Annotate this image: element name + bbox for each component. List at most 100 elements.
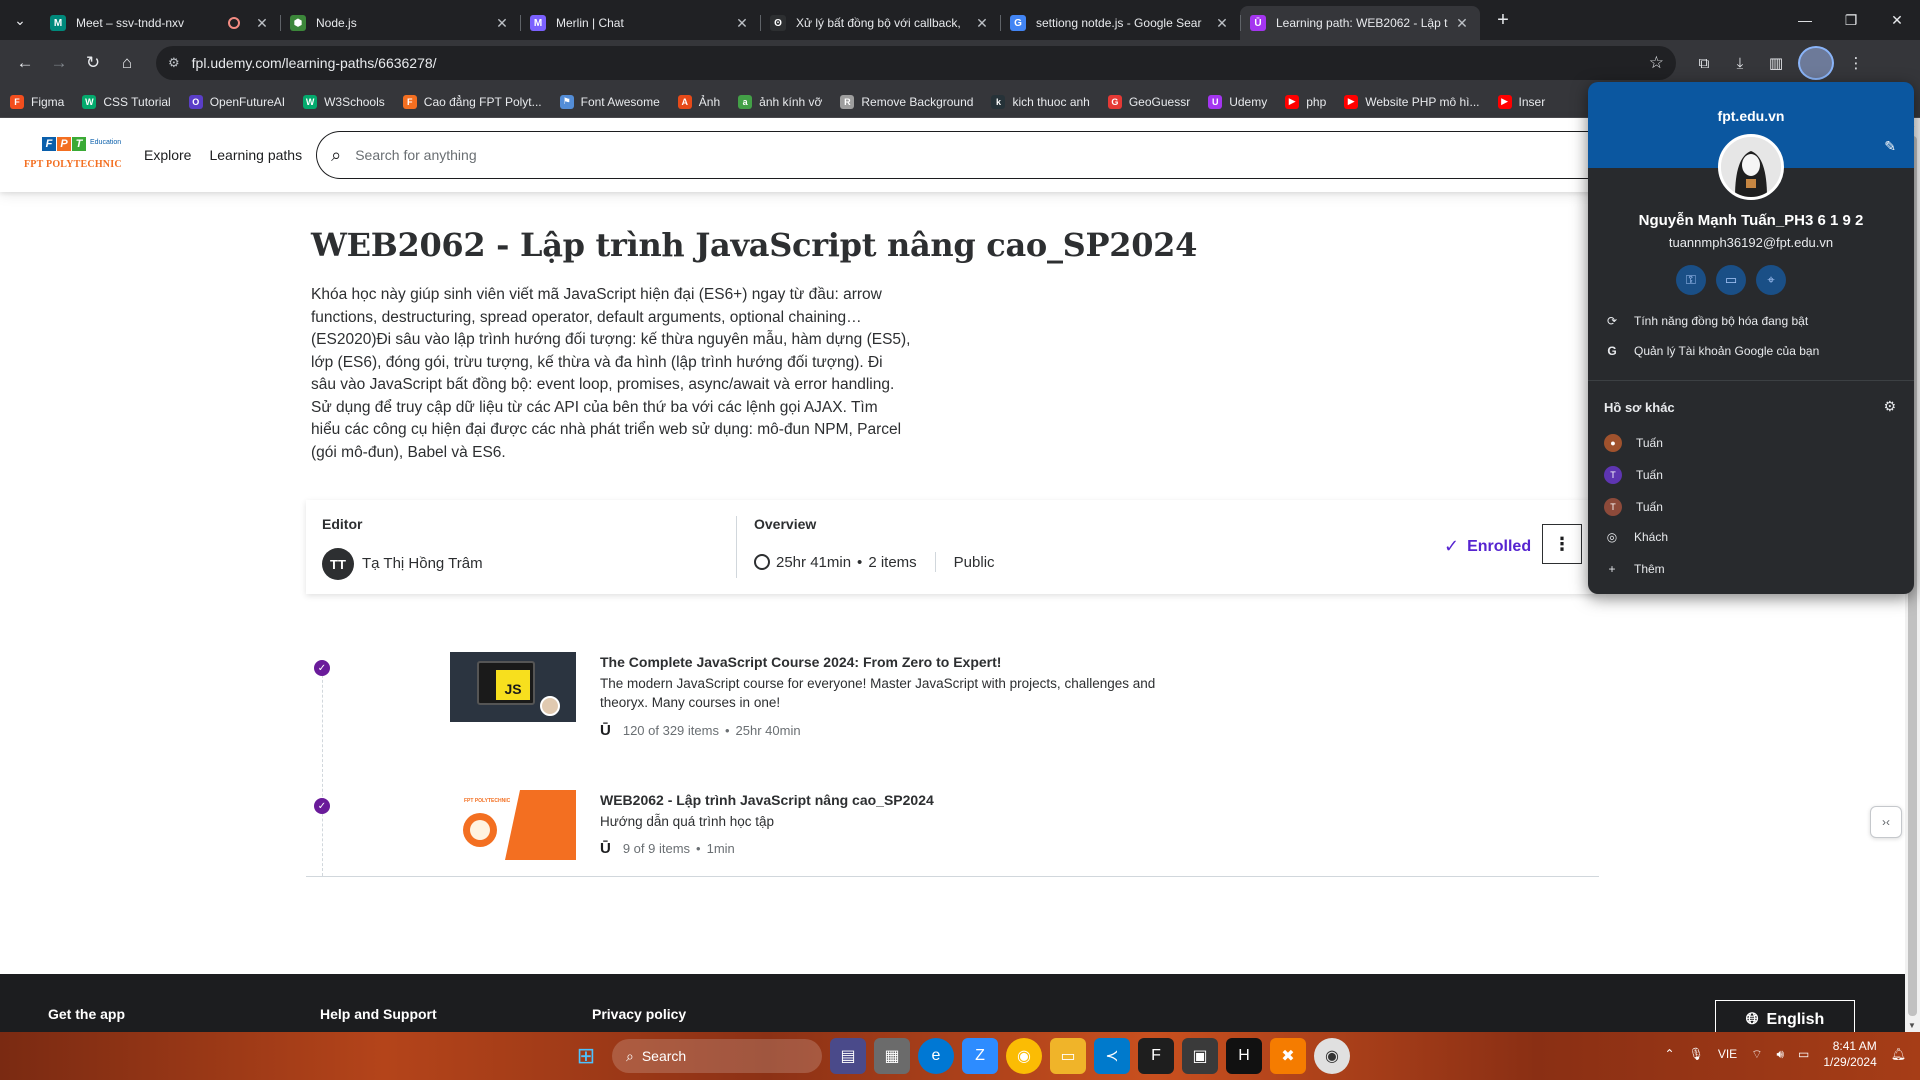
search-icon[interactable]: ⌕ bbox=[331, 145, 341, 166]
input-language[interactable]: VIE bbox=[1718, 1047, 1737, 1061]
bookmark-item[interactable]: A Ảnh bbox=[677, 94, 720, 109]
password-key-icon[interactable]: ⚿ bbox=[1676, 265, 1706, 295]
bookmark-item[interactable]: U Udemy bbox=[1208, 94, 1267, 109]
address-bar[interactable]: ⚙ fpl.udemy.com/learning-paths/6636278/ … bbox=[156, 46, 1676, 80]
bookmark-item[interactable]: k kich thuoc anh bbox=[991, 94, 1090, 109]
notification-bell-icon[interactable]: 🔔︎ bbox=[1891, 1047, 1906, 1061]
minimize-icon[interactable]: — bbox=[1782, 0, 1828, 40]
download-icon[interactable]: ⤓ bbox=[1722, 46, 1758, 80]
privacy-policy-link[interactable]: Privacy policy bbox=[592, 1006, 686, 1022]
profile-avatar bbox=[1718, 134, 1784, 200]
h-app-icon[interactable]: H bbox=[1226, 1038, 1262, 1074]
address-pin-icon[interactable]: ⌖ bbox=[1756, 265, 1786, 295]
bookmark-item[interactable]: ▶ Inser bbox=[1497, 94, 1545, 109]
browser-tab[interactable]: ʘ Xử lý bất đồng bộ với callback, ✕ bbox=[760, 6, 1000, 40]
back-arrow-icon[interactable]: ← bbox=[8, 46, 42, 80]
learning-paths-link[interactable]: Learning paths bbox=[209, 147, 302, 163]
microphone-icon[interactable]: 🎙︎ bbox=[1689, 1047, 1704, 1061]
side-panel-icon[interactable]: ▥ bbox=[1758, 46, 1794, 80]
volume-icon[interactable]: 🔊︎ bbox=[1776, 1047, 1784, 1062]
add-profile-item[interactable]: + Thêm bbox=[1604, 562, 1664, 576]
more-menu-icon[interactable]: ⋮ bbox=[1838, 46, 1874, 80]
course-title[interactable]: WEB2062 - Lập trình JavaScript nâng cao_… bbox=[600, 792, 934, 808]
course-thumbnail[interactable]: FPT POLYTECHNIC bbox=[450, 790, 576, 860]
browser-tab[interactable]: ⬢ Node.js ✕ bbox=[280, 6, 520, 40]
bookmark-item[interactable]: G GeoGuessr bbox=[1107, 94, 1190, 109]
new-tab-button[interactable]: + bbox=[1488, 9, 1518, 32]
editor-name[interactable]: Tạ Thị Hồng Trâm bbox=[362, 555, 483, 572]
explore-link[interactable]: Explore bbox=[144, 147, 191, 163]
bookmark-item[interactable]: ▶ Website PHP mô hì... bbox=[1344, 94, 1480, 109]
bookmark-item[interactable]: a ảnh kính vỡ bbox=[738, 94, 822, 109]
fpt-logo[interactable]: FPT Education FPT POLYTECHNIC bbox=[24, 133, 124, 177]
zalo-icon[interactable]: Z bbox=[962, 1038, 998, 1074]
battery-icon[interactable]: ▭ bbox=[1798, 1047, 1809, 1061]
more-options-button[interactable]: ⋮ bbox=[1542, 524, 1582, 564]
taskbar-search[interactable]: ⌕ Search bbox=[612, 1039, 822, 1073]
profile-item[interactable]: ● Tuấn bbox=[1604, 434, 1663, 452]
bookmark-item[interactable]: R Remove Background bbox=[840, 94, 973, 109]
browser-tab[interactable]: M Merlin | Chat ✕ bbox=[520, 6, 760, 40]
help-support-link[interactable]: Help and Support bbox=[320, 1006, 437, 1022]
profile-item[interactable]: T Tuấn bbox=[1604, 498, 1663, 516]
gear-icon[interactable]: ⚙ bbox=[1883, 398, 1896, 415]
course-item[interactable]: ✓ FPT POLYTECHNIC WEB2062 - Lập trình Ja… bbox=[306, 790, 1599, 930]
windows-start-icon[interactable]: ⊞ bbox=[568, 1038, 604, 1074]
live-app-icon[interactable]: ▣ bbox=[1182, 1038, 1218, 1074]
search-input[interactable] bbox=[355, 147, 1629, 163]
system-clock[interactable]: 8:41 AM 1/29/2024 bbox=[1823, 1038, 1876, 1070]
bookmark-item[interactable]: ⚑ Font Awesome bbox=[559, 94, 660, 109]
chrome-profile-icon[interactable]: ◉ bbox=[1314, 1038, 1350, 1074]
widgets-icon[interactable]: ▦ bbox=[874, 1038, 910, 1074]
home-icon[interactable]: ⌂ bbox=[110, 46, 144, 80]
file-explorer-icon[interactable]: ▭ bbox=[1050, 1038, 1086, 1074]
task-view-icon[interactable]: ▤ bbox=[830, 1038, 866, 1074]
browser-tab-active[interactable]: Ū Learning path: WEB2062 - Lập t ✕ bbox=[1240, 6, 1480, 40]
enrolled-status[interactable]: ✓ Enrolled bbox=[1444, 536, 1531, 557]
browser-tab[interactable]: M Meet – ssv-tndd-nxv ✕ bbox=[40, 6, 280, 40]
course-item[interactable]: ✓ JS The Complete JavaScript Course 2024… bbox=[306, 652, 1599, 792]
payment-card-icon[interactable]: ▭ bbox=[1716, 265, 1746, 295]
manage-account-item[interactable]: G Quản lý Tài khoản Google của bạn bbox=[1604, 344, 1819, 358]
course-title[interactable]: The Complete JavaScript Course 2024: Fro… bbox=[600, 654, 1001, 670]
scroll-down-icon[interactable]: ▼ bbox=[1908, 1021, 1916, 1030]
profile-avatar-button[interactable] bbox=[1798, 46, 1834, 80]
bookmark-star-icon[interactable]: ☆ bbox=[1649, 53, 1664, 73]
vscode-icon[interactable]: ≺ bbox=[1094, 1038, 1130, 1074]
guest-profile-item[interactable]: ◎ Khách bbox=[1604, 530, 1668, 544]
extensions-icon[interactable]: ⧉ bbox=[1686, 46, 1722, 80]
sync-status-item[interactable]: ⟳ Tính năng đồng bộ hóa đang bật bbox=[1604, 314, 1808, 328]
site-info-icon[interactable]: ⚙ bbox=[168, 55, 180, 71]
close-tab-icon[interactable]: ✕ bbox=[734, 15, 750, 32]
tab-search-button[interactable]: ⌄ bbox=[0, 0, 40, 40]
close-tab-icon[interactable]: ✕ bbox=[1454, 15, 1470, 32]
profile-initial-icon: T bbox=[1604, 498, 1622, 516]
xampp-icon[interactable]: ✖ bbox=[1270, 1038, 1306, 1074]
reload-icon[interactable]: ↻ bbox=[76, 46, 110, 80]
forward-arrow-icon[interactable]: → bbox=[42, 46, 76, 80]
close-tab-icon[interactable]: ✕ bbox=[974, 15, 990, 32]
edit-pencil-icon[interactable]: ✎ bbox=[1884, 138, 1896, 155]
bookmark-item[interactable]: ▶ php bbox=[1285, 94, 1326, 109]
get-app-link[interactable]: Get the app bbox=[48, 1006, 125, 1022]
edge-browser-icon[interactable]: e bbox=[918, 1038, 954, 1074]
restore-icon[interactable]: ❐ bbox=[1828, 0, 1874, 40]
bookmark-item[interactable]: W W3Schools bbox=[303, 94, 385, 109]
course-thumbnail[interactable]: JS bbox=[450, 652, 576, 722]
bookmark-item[interactable]: O OpenFutureAI bbox=[188, 94, 285, 109]
bookmark-item[interactable]: W CSS Tutorial bbox=[82, 94, 171, 109]
tray-overflow-icon[interactable]: ⌃ bbox=[1665, 1047, 1675, 1061]
profile-item[interactable]: T Tuấn bbox=[1604, 466, 1663, 484]
close-window-icon[interactable]: ✕ bbox=[1874, 0, 1920, 40]
extension-widget-icon[interactable]: ›‹ bbox=[1870, 806, 1902, 838]
bookmark-item[interactable]: F Figma bbox=[10, 94, 64, 109]
chrome-icon[interactable]: ◉ bbox=[1006, 1038, 1042, 1074]
close-tab-icon[interactable]: ✕ bbox=[1214, 15, 1230, 32]
course-progress: 9 of 9 items bbox=[622, 841, 691, 856]
close-tab-icon[interactable]: ✕ bbox=[254, 15, 270, 32]
browser-tab[interactable]: G settiong notde.js - Google Sear ✕ bbox=[1000, 6, 1240, 40]
bookmark-item[interactable]: F Cao đẳng FPT Polyt... bbox=[402, 94, 542, 109]
figma-app-icon[interactable]: F bbox=[1138, 1038, 1174, 1074]
close-tab-icon[interactable]: ✕ bbox=[494, 15, 510, 32]
wifi-icon[interactable]: ⌔ bbox=[1751, 1047, 1762, 1062]
